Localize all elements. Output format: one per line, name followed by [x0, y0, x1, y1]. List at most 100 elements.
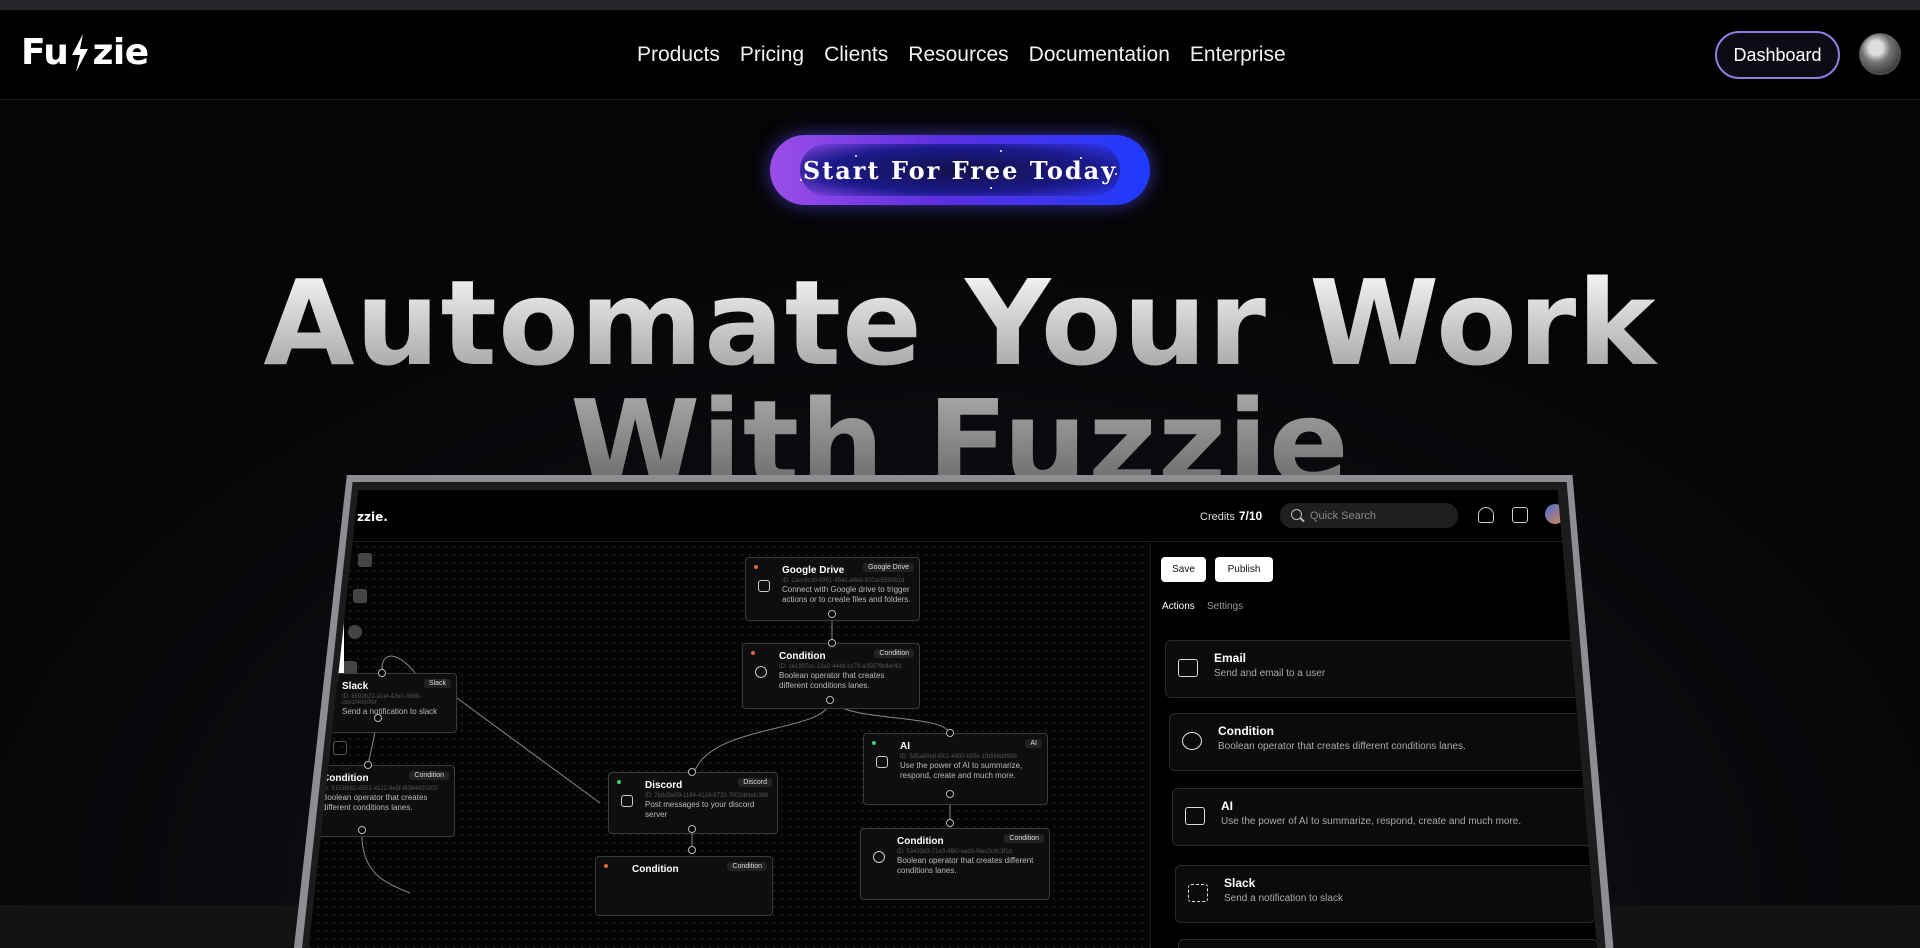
sparkle [800, 179, 802, 181]
action-desc: Use the power of AI to summarize, respon… [1221, 816, 1522, 827]
actions-panel: Save Publish Actions Settings Email Send… [1150, 543, 1598, 948]
menu-item-clients[interactable]: Clients [824, 43, 888, 67]
headphones-icon[interactable] [1478, 507, 1494, 523]
quick-search-input[interactable]: Quick Search [1280, 503, 1458, 528]
sparkle [1115, 173, 1117, 175]
action-title: Slack [1224, 876, 1256, 890]
action-desc: Boolean operator that creates different … [1218, 741, 1466, 752]
menu-item-products[interactable]: Products [637, 43, 720, 67]
node-handle[interactable] [826, 696, 834, 704]
tab-actions[interactable]: Actions [1162, 601, 1195, 612]
action-title: Email [1214, 651, 1247, 665]
action-desc: Send a notification to slack [1224, 893, 1343, 904]
node-title: AI [900, 741, 910, 752]
app-logo: zzie. [357, 510, 388, 524]
save-button[interactable]: Save [1161, 557, 1206, 582]
node-handle[interactable] [828, 610, 836, 618]
status-dot [751, 651, 755, 655]
bolt-icon [72, 33, 89, 72]
node-id: ID: 2b8d3e59-1184-4124-8733-7002d8bdc396 [645, 793, 769, 799]
workflow-canvas[interactable]: + − ⛶ 🔒 Google Drive ID: 1acc9c30-0961 [307, 543, 1150, 948]
node-tag: Condition [409, 771, 449, 780]
node-handle[interactable] [688, 846, 696, 854]
node-handle[interactable] [946, 729, 954, 737]
start-free-label: Start For Free Today [800, 144, 1120, 196]
search-icon [1291, 509, 1302, 520]
status-dot [617, 780, 621, 784]
node-handle[interactable] [946, 790, 954, 798]
ai-icon [876, 756, 888, 768]
node-desc: Boolean operator that creates different … [897, 856, 1034, 875]
node-handle[interactable] [364, 761, 372, 769]
action-card-partial[interactable] [1178, 939, 1598, 948]
credits-display: Credits 7/10 [1200, 509, 1262, 523]
logo-text-left: Fu [21, 32, 69, 73]
app-topbar: zzie. Credits 7/10 Quick Search [307, 490, 1598, 542]
workflow-node-condition[interactable]: Condition ID: 53433d3-71e3-4f80-aad3-f6e… [860, 828, 1050, 900]
node-desc: Connect with Google drive to trigger act… [782, 585, 911, 604]
mail-icon [1178, 659, 1198, 677]
workflow-node-ai[interactable]: AI ID: 5d5a80e8-8fc1-4990-b09c-1fb966d99… [863, 733, 1048, 805]
publish-button[interactable]: Publish [1215, 557, 1273, 582]
node-tag: Slack [423, 679, 451, 688]
node-handle[interactable] [688, 825, 696, 833]
node-handle[interactable] [378, 669, 386, 677]
action-title: Condition [1218, 724, 1274, 738]
drive-icon [758, 580, 770, 592]
node-id: ID: 1e1997ec-13a0-444d-cc79-a35679b4e061 [779, 664, 903, 670]
logo-text-right: zie [92, 32, 149, 73]
status-dot [604, 864, 608, 868]
node-handle[interactable] [828, 639, 836, 647]
hero-headline-line1: Automate Your Work [0, 258, 1920, 388]
status-dot [754, 565, 758, 569]
node-desc: Boolean operator that creates different … [322, 793, 428, 812]
sparkle [990, 187, 992, 189]
menu-item-resources[interactable]: Resources [908, 43, 1008, 67]
node-desc: Send a notification to slack [342, 707, 438, 716]
start-free-button[interactable]: Start For Free Today [770, 135, 1150, 205]
sparkle [1000, 150, 1002, 152]
tab-settings[interactable]: Settings [1207, 601, 1243, 612]
node-handle[interactable] [358, 826, 366, 834]
node-tag: Condition [1004, 834, 1044, 843]
node-id: ID: 5153fb82-d551-4122-9e5f-f6364820202 [322, 786, 438, 792]
node-tag: Google Drive [863, 563, 914, 572]
book-icon[interactable] [1512, 507, 1528, 523]
dashboard-button[interactable]: Dashboard [1715, 31, 1840, 79]
menu-item-pricing[interactable]: Pricing [740, 43, 804, 67]
status-dot [872, 741, 876, 745]
node-tag: AI [1025, 739, 1042, 748]
branch-icon [873, 851, 885, 863]
menu-item-documentation[interactable]: Documentation [1029, 43, 1170, 67]
action-title: AI [1221, 799, 1233, 813]
credits-value: 7/10 [1238, 509, 1263, 523]
menu-item-enterprise[interactable]: Enterprise [1190, 43, 1286, 67]
fuzzie-logo[interactable]: Fu zie [21, 32, 149, 73]
lightning-icon [621, 795, 633, 807]
action-card-email[interactable]: Email Send and email to a user [1165, 640, 1585, 698]
node-desc: Use the power of AI to summarize, respon… [900, 761, 1023, 780]
user-avatar[interactable] [1859, 33, 1901, 75]
top-navbar: Fu zie Products Pricing Clients Resource… [0, 10, 1920, 100]
node-tag: Condition [874, 649, 914, 658]
node-desc: Post messages to your discord server [645, 800, 755, 819]
workflow-node-condition[interactable]: Condition Condition [595, 856, 773, 916]
ai-icon [1185, 807, 1205, 825]
slack-icon [1188, 884, 1208, 902]
node-tag: Condition [727, 862, 767, 871]
main-menu: Products Pricing Clients Resources Docum… [637, 43, 1286, 67]
action-card-condition[interactable]: Condition Boolean operator that creates … [1169, 713, 1589, 771]
node-id: ID: 5d5a80e8-8fc1-4990-b09c-1fb966d995b [900, 754, 1017, 760]
branch-icon [755, 666, 767, 678]
node-handle[interactable] [946, 819, 954, 827]
node-desc: Boolean operator that creates different … [779, 671, 885, 690]
node-handle[interactable] [688, 768, 696, 776]
node-handle[interactable] [374, 714, 382, 722]
node-id: ID: 53433d3-71e3-4f80-aad3-f6ec0c8c3f1d [897, 849, 1012, 855]
action-card-ai[interactable]: AI Use the power of AI to summarize, res… [1172, 788, 1592, 846]
action-card-slack[interactable]: Slack Send a notification to slack [1175, 865, 1595, 923]
app-screenshot: zzie. Credits7/10 Quick Search + − ⛶ 🔒 [307, 490, 1598, 948]
node-id: ID: 8592b22-a1ef-42e0-b988-cbe1f4060fef [342, 694, 422, 706]
sparkle [855, 155, 857, 157]
action-desc: Send and email to a user [1214, 668, 1326, 679]
